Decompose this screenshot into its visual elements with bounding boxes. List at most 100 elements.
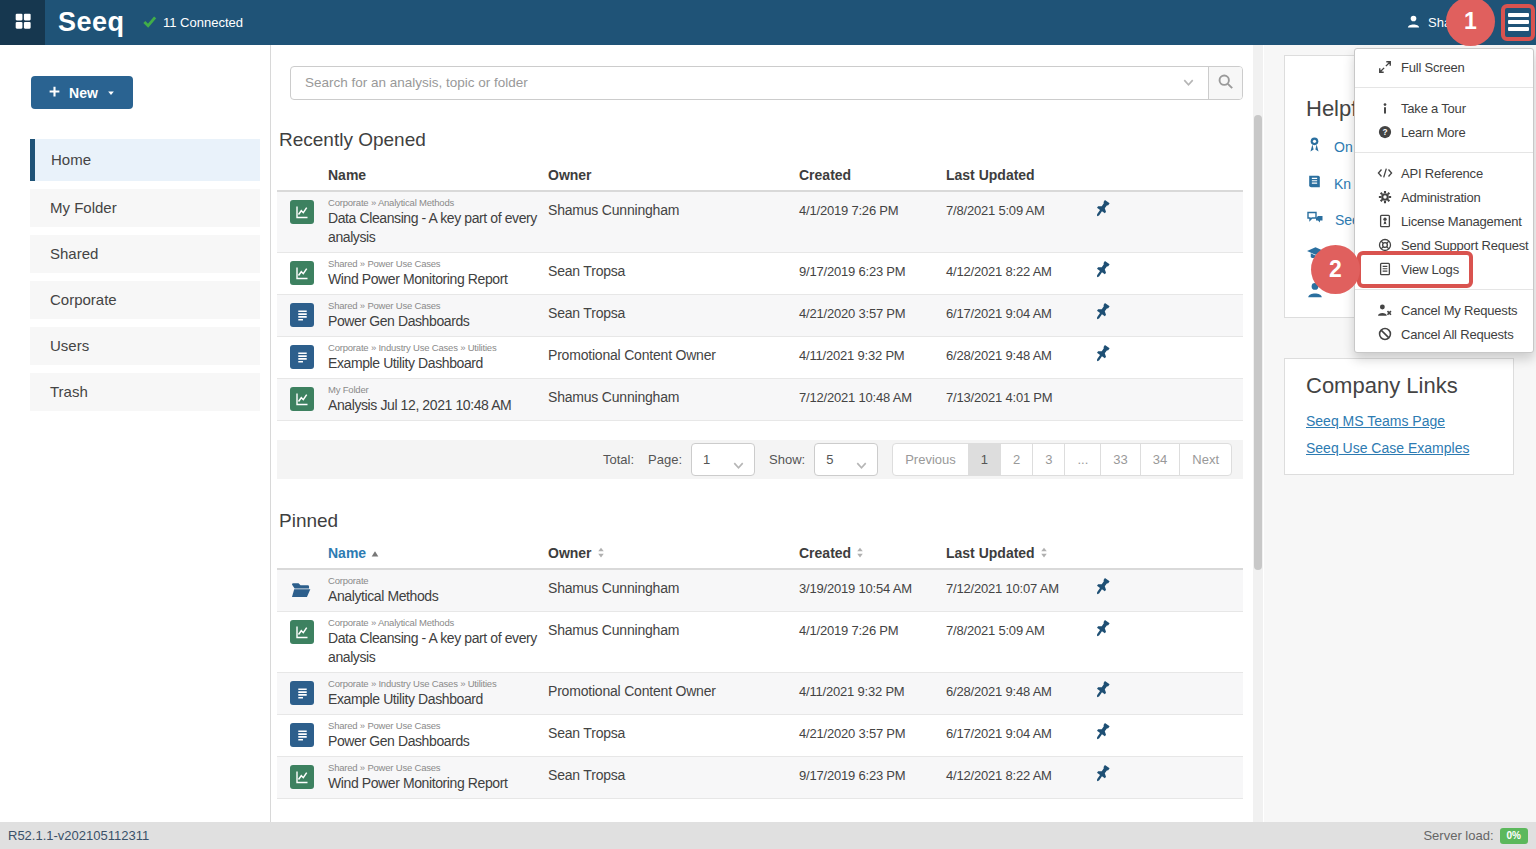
agents-connected-status[interactable]: 11 Connected [142, 0, 243, 45]
folder-navigation: Home My Folder Shared Corporate Users Trash [30, 139, 260, 419]
gear-icon [1377, 190, 1393, 204]
item-name-cell[interactable]: Corporate » Industry Use Cases » Utiliti… [328, 673, 538, 714]
chevron-down-icon [731, 453, 746, 484]
item-name-cell[interactable]: Shared » Power Use CasesPower Gen Dashbo… [328, 715, 538, 756]
company-links-panel: Company Links Seeq MS Teams Page Seeq Use… [1284, 358, 1514, 475]
company-links-title: Company Links [1306, 373, 1513, 399]
column-header-created[interactable]: Created [799, 545, 865, 562]
sort-icon [1039, 546, 1049, 562]
pinned-header: Name Owner Created Last Updated [277, 536, 1243, 570]
company-link[interactable]: Seeq MS Teams Page [1306, 413, 1513, 429]
page-button-2[interactable]: 2 [1000, 443, 1033, 476]
company-link[interactable]: Seeq Use Case Examples [1306, 440, 1513, 456]
item-name[interactable]: Analysis Jul 12, 2021 10:48 AM [328, 396, 538, 415]
pin-icon[interactable] [1093, 722, 1112, 745]
chevron-down-icon[interactable] [1181, 75, 1196, 94]
item-name-cell[interactable]: Shared » Power Use CasesWind Power Monit… [328, 757, 538, 798]
item-name[interactable]: Wind Power Monitoring Report [328, 270, 538, 289]
pin-icon[interactable] [1093, 302, 1112, 325]
pin-icon[interactable] [1093, 260, 1112, 283]
sidebar-item-shared[interactable]: Shared [30, 235, 260, 273]
menu-item-take-a-tour[interactable]: Take a Tour [1355, 96, 1533, 120]
pin-icon[interactable] [1093, 199, 1112, 222]
search-placeholder: Search for an analysis, topic or folder [305, 67, 528, 99]
previous-page-button[interactable]: Previous [892, 443, 969, 476]
show-select[interactable]: 5 [814, 443, 878, 476]
new-button-label: New [69, 85, 98, 101]
seeq-logo[interactable]: Seeq [58, 0, 125, 45]
recently-opened-table: Corporate » Analytical MethodsData Clean… [277, 192, 1243, 421]
item-name[interactable]: Data Cleansing - A key part of every ana… [328, 209, 538, 247]
pin-icon[interactable] [1093, 577, 1112, 600]
helpful-link-label[interactable]: Kn [1334, 176, 1351, 192]
menu-item-license-management[interactable]: License Management [1355, 209, 1533, 233]
scrollbar-thumb[interactable] [1254, 115, 1262, 570]
item-name[interactable]: Wind Power Monitoring Report [328, 774, 538, 793]
item-name[interactable]: Example Utility Dashboard [328, 690, 538, 709]
item-name[interactable]: Analytical Methods [328, 587, 538, 606]
column-header-name[interactable]: Name [328, 545, 380, 562]
annotation-box-2 [1357, 251, 1473, 288]
table-row[interactable]: Shared » Power Use CasesWind Power Monit… [277, 253, 1243, 295]
new-button[interactable]: New [31, 76, 133, 109]
item-name-cell[interactable]: Corporate » Industry Use Cases » Utiliti… [328, 337, 538, 378]
menu-item-cancel-my-requests[interactable]: Cancel My Requests [1355, 298, 1533, 322]
table-row[interactable]: Corporate » Industry Use Cases » Utiliti… [277, 337, 1243, 379]
user-menu[interactable]: Sha [1406, 0, 1451, 45]
sidebar-item-home[interactable]: Home [30, 139, 260, 181]
item-created: 9/17/2019 6:23 PM [799, 264, 905, 279]
pin-icon[interactable] [1093, 619, 1112, 642]
topic-icon [290, 681, 314, 705]
menu-item-full-screen[interactable]: Full Screen [1355, 55, 1533, 79]
search-input[interactable]: Search for an analysis, topic or folder [290, 66, 1243, 100]
apps-grid-icon [14, 12, 32, 34]
item-name[interactable]: Data Cleansing - A key part of every ana… [328, 629, 538, 667]
page-button-34[interactable]: 34 [1140, 443, 1180, 476]
sidebar-item-my-folder[interactable]: My Folder [30, 189, 260, 227]
helpful-link-label[interactable]: On [1334, 139, 1353, 155]
item-path: Corporate » Analytical Methods [328, 196, 538, 209]
table-row[interactable]: Corporate » Industry Use Cases » Utiliti… [277, 673, 1243, 715]
item-created: 4/1/2019 7:26 PM [799, 623, 898, 638]
column-header-last-updated[interactable]: Last Updated [946, 545, 1049, 562]
pin-icon[interactable] [1093, 344, 1112, 367]
page-button-...[interactable]: ... [1064, 443, 1101, 476]
item-name[interactable]: Power Gen Dashboards [328, 732, 538, 751]
column-header-owner[interactable]: Owner [548, 545, 606, 562]
page-button-1[interactable]: 1 [968, 443, 1001, 476]
sidebar-item-trash[interactable]: Trash [30, 373, 260, 411]
table-row[interactable]: My FolderAnalysis Jul 12, 2021 10:48 AMS… [277, 379, 1243, 421]
item-name-cell[interactable]: Corporate » Analytical MethodsData Clean… [328, 192, 538, 252]
menu-item-cancel-all-requests[interactable]: Cancel All Requests [1355, 322, 1533, 346]
pin-icon[interactable] [1093, 764, 1112, 787]
menu-divider [1355, 152, 1533, 153]
item-name-cell[interactable]: Corporate » Analytical MethodsData Clean… [328, 612, 538, 672]
menu-item-learn-more[interactable]: ?Learn More [1355, 120, 1533, 144]
status-bar: R52.1.1-v202105112311 Server load: 0% [0, 822, 1536, 849]
table-row[interactable]: Shared » Power Use CasesWind Power Monit… [277, 757, 1243, 799]
table-row[interactable]: Corporate » Analytical MethodsData Clean… [277, 192, 1243, 253]
main-content: Search for an analysis, topic or folder … [271, 45, 1264, 822]
next-page-button[interactable]: Next [1179, 443, 1232, 476]
item-name-cell[interactable]: Shared » Power Use CasesWind Power Monit… [328, 253, 538, 294]
table-row[interactable]: Corporate » Analytical MethodsData Clean… [277, 612, 1243, 673]
item-name[interactable]: Example Utility Dashboard [328, 354, 538, 373]
analysis-icon [290, 200, 314, 224]
pin-icon[interactable] [1093, 680, 1112, 703]
sidebar-item-corporate[interactable]: Corporate [30, 281, 260, 319]
item-name-cell[interactable]: My FolderAnalysis Jul 12, 2021 10:48 AM [328, 379, 538, 420]
page-button-3[interactable]: 3 [1032, 443, 1065, 476]
page-button-33[interactable]: 33 [1100, 443, 1140, 476]
sidebar-item-users[interactable]: Users [30, 327, 260, 365]
table-row[interactable]: Shared » Power Use CasesPower Gen Dashbo… [277, 715, 1243, 757]
menu-item-api-reference[interactable]: API Reference [1355, 161, 1533, 185]
table-row[interactable]: CorporateAnalytical MethodsShamus Cunnin… [277, 570, 1243, 612]
apps-grid-button[interactable] [0, 0, 45, 45]
item-name-cell[interactable]: CorporateAnalytical Methods [328, 570, 538, 611]
search-button[interactable] [1208, 67, 1242, 99]
menu-item-administration[interactable]: Administration [1355, 185, 1533, 209]
item-name[interactable]: Power Gen Dashboards [328, 312, 538, 331]
page-select[interactable]: 1 [691, 443, 755, 476]
table-row[interactable]: Shared » Power Use CasesPower Gen Dashbo… [277, 295, 1243, 337]
item-name-cell[interactable]: Shared » Power Use CasesPower Gen Dashbo… [328, 295, 538, 336]
